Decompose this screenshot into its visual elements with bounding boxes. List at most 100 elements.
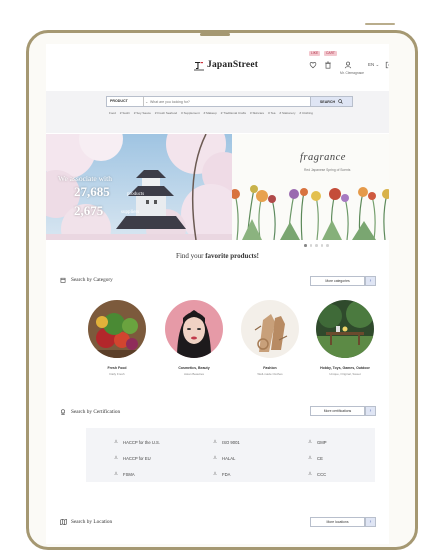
cert-item[interactable]: ♙ FDA <box>213 471 230 477</box>
cert-item-label: ISO 9001 <box>222 439 240 445</box>
cert-item[interactable]: ♙ CCC <box>308 471 326 477</box>
search-icon <box>338 99 343 104</box>
certificate-icon: ♙ <box>308 455 313 460</box>
certificate-icon: ♙ <box>213 455 218 460</box>
search-type-select[interactable]: PRODUCT <box>107 97 144 106</box>
category-name[interactable]: Fresh Food <box>77 366 157 370</box>
cert-item[interactable]: ♙ HACCP for EU <box>114 455 151 461</box>
trash-icon[interactable] <box>324 61 332 69</box>
certificate-icon: ♙ <box>308 439 313 444</box>
cert-item[interactable]: ♙ CE <box>308 455 323 461</box>
cert-item-label: HALAL <box>222 455 236 461</box>
certificate-icon: ♙ <box>114 439 119 444</box>
cert-item-label: HACCP for the U.S. <box>123 439 160 445</box>
category-name[interactable]: Cosmetics, Beauty <box>154 366 234 370</box>
cert-section-title: Search by Certification <box>71 409 121 415</box>
language-label: EN <box>368 62 375 67</box>
more-categories-button[interactable]: More categories <box>310 276 365 286</box>
user-icon[interactable] <box>344 61 352 69</box>
carousel-dot[interactable] <box>320 244 323 247</box>
logo-icon <box>194 62 204 71</box>
certificate-icon: ♙ <box>213 471 218 476</box>
category-subtitle: Asian Beauties <box>183 372 204 376</box>
certificate-icon <box>61 409 65 415</box>
chevron-down-icon: ⌄ <box>145 99 149 104</box>
cert-item-label: CE <box>317 455 323 461</box>
hero-intro-text: We associate with <box>58 174 112 183</box>
hero-right-title: fragrance <box>300 152 346 163</box>
search-button[interactable]: SEARCH <box>310 96 353 107</box>
location-section-title: Search by Location <box>71 519 113 525</box>
hero-right-subtitle: Red Japanese Spring of Scents <box>304 168 351 172</box>
cert-item[interactable]: ♙ HACCP for the U.S. <box>114 439 160 445</box>
quick-category-link[interactable]: # Soy Sauce <box>134 111 151 117</box>
cert-item[interactable]: ♙ ISO 9001 <box>213 439 240 445</box>
cert-item-label: HACCP for EU <box>123 455 151 461</box>
category-name[interactable]: Hobby, Toys, Games, Outdoor <box>305 366 385 370</box>
quick-category-link[interactable]: # Supplement <box>181 111 200 117</box>
find-heading: Find your favorite products! <box>46 252 389 260</box>
more-certifications-arrow[interactable]: › <box>365 406 376 416</box>
find-heading-emphasis: favorite products! <box>205 252 259 260</box>
quick-category-link[interactable]: # Traditional Crafts <box>221 111 246 117</box>
web-page: JapanStreet LIKE CART Mr. Clemagnace EN … <box>46 44 389 544</box>
quick-category-link[interactable]: # Makeup <box>204 111 217 117</box>
more-locations-button[interactable]: More locations <box>310 517 365 527</box>
carousel-dot[interactable] <box>315 244 318 247</box>
map-icon <box>60 519 67 525</box>
find-heading-prefix: Find your <box>176 252 204 260</box>
carousel-dot[interactable] <box>309 244 312 247</box>
suppliers-count: 2,675 <box>74 203 104 218</box>
cert-item[interactable]: ♙ HALAL <box>213 455 235 461</box>
cert-item-label: FDA <box>222 471 231 477</box>
logout-icon[interactable] <box>385 61 389 69</box>
carousel-dots <box>304 244 329 247</box>
suppliers-label: suppliers <box>121 210 140 215</box>
cart-badge: CART <box>324 51 337 56</box>
cert-item-label: FSMA <box>123 471 135 477</box>
box-icon <box>60 277 66 283</box>
user-name[interactable]: Mr. Clemagnace <box>340 71 364 75</box>
more-certifications-button[interactable]: More certifications <box>310 406 365 416</box>
quick-category-link[interactable]: # Skincare <box>250 111 264 117</box>
category-image-fresh-food[interactable] <box>88 300 146 358</box>
heart-icon[interactable] <box>309 61 317 69</box>
tablet-camera-bar <box>200 33 230 36</box>
cert-item-label: GMP <box>317 439 327 445</box>
category-image-hobby[interactable] <box>316 300 374 358</box>
hero-banner-fragrance[interactable] <box>232 134 389 240</box>
quick-category-row: Food # Sushi # Soy Sauce # Fresh Seafood… <box>109 111 359 117</box>
category-name[interactable]: Fashion <box>230 366 310 370</box>
cert-item[interactable]: ♙ FSMA <box>114 471 135 477</box>
certificate-icon: ♙ <box>308 471 313 476</box>
category-subtitle: Daily Fresh <box>109 372 125 376</box>
search-input[interactable] <box>150 97 310 106</box>
more-categories-arrow[interactable]: › <box>365 276 376 286</box>
quick-category-link[interactable]: Food <box>109 111 116 117</box>
quick-category-link[interactable]: # Stationery <box>279 111 295 117</box>
category-section-title: Search by Category <box>71 277 113 283</box>
certificate-icon: ♙ <box>114 471 119 476</box>
quick-category-link[interactable]: # Tea <box>268 111 275 117</box>
cert-item[interactable]: ♙ GMP <box>308 439 327 445</box>
category-image-cosmetics[interactable] <box>165 300 223 358</box>
certificate-icon: ♙ <box>114 455 119 460</box>
category-image-fashion[interactable] <box>241 300 299 358</box>
carousel-dot[interactable] <box>304 244 307 247</box>
device-side-button <box>365 23 395 25</box>
language-selector[interactable]: EN ⌄ <box>368 62 379 68</box>
quick-category-link[interactable]: # Clothing <box>299 111 313 117</box>
quick-category-link[interactable]: # Fresh Seafood <box>155 111 177 117</box>
cert-item-label: CCC <box>317 471 327 477</box>
more-locations-arrow[interactable]: › <box>365 517 376 527</box>
category-subtitle: Well-made Clothes <box>257 372 283 376</box>
quick-category-link[interactable]: # Sushi <box>120 111 130 117</box>
products-count: 27,685 <box>74 184 110 199</box>
carousel-dot[interactable] <box>326 244 329 247</box>
products-label: products <box>127 192 145 197</box>
certificate-icon: ♙ <box>213 439 218 444</box>
like-badge: LIKE <box>309 51 321 56</box>
category-subtitle: Unique, Original, Sweet <box>329 372 361 376</box>
logo-text[interactable]: JapanStreet <box>207 60 258 70</box>
search-button-label: SEARCH <box>319 100 336 104</box>
